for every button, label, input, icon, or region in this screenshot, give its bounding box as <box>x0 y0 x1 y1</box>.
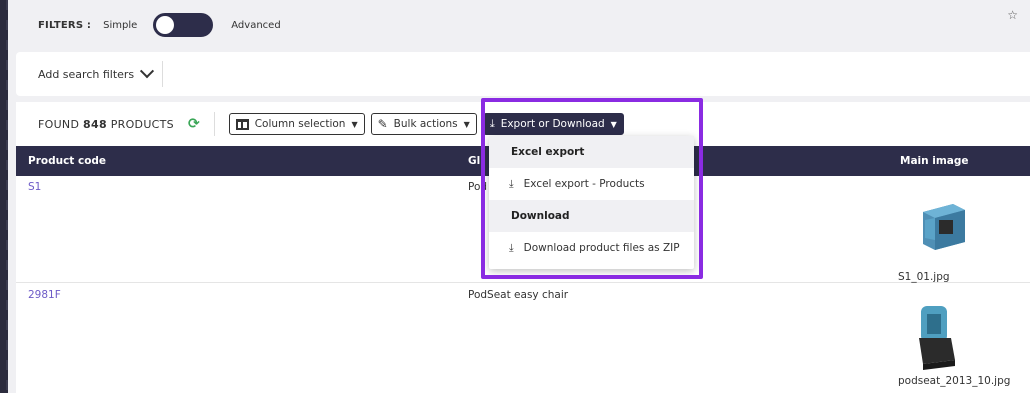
menu-item-label: Excel export - Products <box>523 178 645 190</box>
image-filename: S1_01.jpg <box>898 271 950 283</box>
menu-item-label: Download product files as ZIP <box>523 242 680 254</box>
download-icon: ⤓ <box>509 177 514 190</box>
product-name: PodSeat easy chair <box>468 289 569 301</box>
columns-icon <box>235 118 249 130</box>
add-search-filters-label: Add search filters <box>38 67 135 81</box>
column-selection-label: Column selection <box>254 118 346 130</box>
caret-down-icon: ▼ <box>610 119 617 129</box>
download-section-header: Download <box>489 200 694 232</box>
left-window-edge <box>0 0 8 393</box>
export-download-label: Export or Download <box>500 118 605 130</box>
column-header-main-image[interactable]: Main image <box>900 155 969 167</box>
filters-bar: FILTERS : Simple Advanced <box>16 8 1030 42</box>
filters-simple-label: Simple <box>103 19 138 31</box>
product-code-link[interactable]: 2981F <box>28 289 61 301</box>
product-image-thumbnail[interactable] <box>913 190 969 262</box>
excel-export-section-header: Excel export <box>489 136 694 168</box>
product-code-link[interactable]: S1 <box>28 181 41 193</box>
caret-down-icon: ▼ <box>351 119 358 129</box>
image-filename: podseat_2013_10.jpg <box>898 375 1011 387</box>
pencil-icon: ✎ <box>377 117 388 131</box>
filters-label: FILTERS : <box>38 19 92 31</box>
column-header-product-code[interactable]: Product code <box>28 155 106 167</box>
download-icon: ⤓ <box>489 117 495 130</box>
found-products-count: FOUND 848 PRODUCTS <box>38 117 174 131</box>
download-icon: ⤓ <box>509 241 514 254</box>
bulk-actions-button[interactable]: ✎ Bulk actions ▼ <box>370 113 477 135</box>
product-image-thumbnail[interactable] <box>909 294 961 372</box>
column-header-name[interactable]: Gl <box>468 155 480 167</box>
divider <box>213 112 215 136</box>
toggle-knob <box>156 16 175 34</box>
caret-down-icon: ▼ <box>463 119 470 129</box>
star-icon[interactable]: ☆ <box>1007 8 1018 22</box>
menu-item-download-zip[interactable]: ⤓ Download product files as ZIP <box>489 232 694 264</box>
filters-advanced-label: Advanced <box>231 19 281 31</box>
export-download-button[interactable]: ⤓ Export or Download ▼ <box>482 113 624 135</box>
menu-item-excel-export-products[interactable]: ⤓ Excel export - Products <box>489 168 694 200</box>
filters-mode-toggle[interactable] <box>153 13 214 37</box>
divider <box>162 61 163 87</box>
refresh-icon[interactable]: ⟳ <box>188 116 200 132</box>
bulk-actions-label: Bulk actions <box>393 118 458 130</box>
product-name: Pod <box>468 181 488 193</box>
export-download-menu: Excel export ⤓ Excel export - Products D… <box>489 136 694 269</box>
add-search-filters-button[interactable]: Add search filters <box>38 64 155 81</box>
chevron-down-icon <box>140 64 155 79</box>
search-filters-panel: Add search filters <box>16 52 1030 96</box>
table-row[interactable]: 2981F PodSeat easy chair podseat_2013_10… <box>16 284 1030 393</box>
column-selection-button[interactable]: Column selection ▼ <box>228 113 365 135</box>
